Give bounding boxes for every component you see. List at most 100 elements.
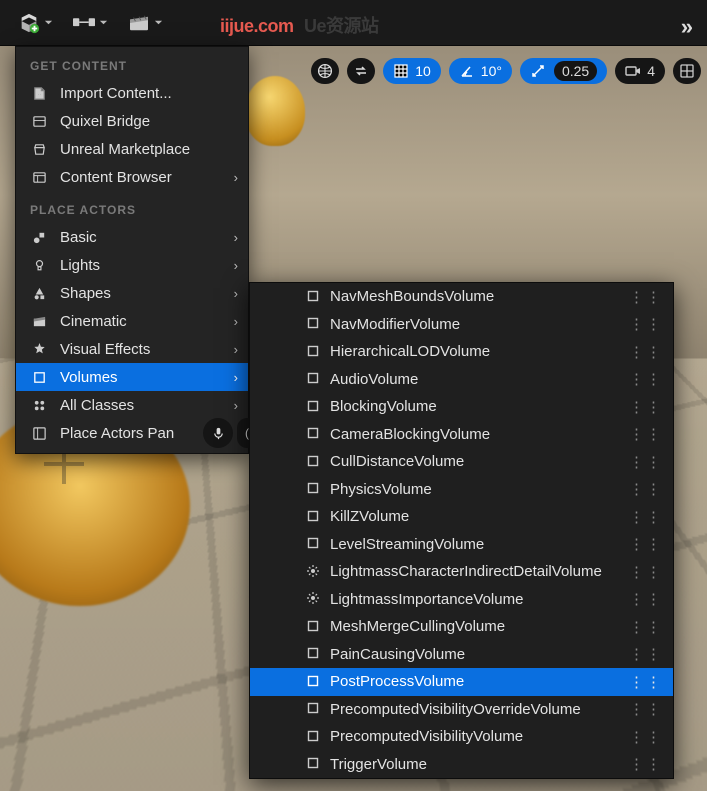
section-place-actors: PLACE ACTORS — [16, 191, 248, 223]
submenu-item-blocking-volume[interactable]: BlockingVolume⋮⋮ — [250, 393, 673, 421]
angle-icon — [459, 63, 475, 79]
drag-handle-icon[interactable]: ⋮⋮ — [629, 480, 663, 498]
toolbar-add-content[interactable] — [8, 8, 63, 38]
volume-icon — [306, 729, 322, 745]
menu-label: Visual Effects — [60, 341, 150, 358]
submenu-item-nav-modifier-volume[interactable]: NavModifierVolume ⋮⋮ — [250, 311, 673, 339]
cube-plus-icon — [18, 12, 40, 34]
submenu-label: LightmassImportanceVolume — [330, 591, 523, 608]
menu-item-unreal-marketplace[interactable]: Unreal Marketplace — [16, 135, 248, 163]
menu-label: All Classes — [60, 397, 134, 414]
drag-handle-icon[interactable]: ⋮⋮ — [629, 673, 663, 691]
menu-label: Cinematic — [60, 313, 127, 330]
drag-handle-icon[interactable]: ⋮⋮ — [629, 618, 663, 636]
drag-handle-icon[interactable]: ⋮⋮ — [629, 343, 663, 361]
submenu-item-camera-blocking-volume[interactable]: CameraBlockingVolume⋮⋮ — [250, 421, 673, 449]
import-icon — [30, 86, 48, 101]
marketplace-icon — [30, 142, 48, 157]
submenu-item-trigger-volume[interactable]: TriggerVolume ⋮⋮ — [250, 751, 673, 779]
drag-handle-icon[interactable]: ⋮⋮ — [629, 590, 663, 608]
drag-handle-icon[interactable]: ⋮⋮ — [629, 535, 663, 553]
submenu-label: TriggerVolume — [330, 756, 427, 773]
drag-handle-icon[interactable]: ⋮⋮ — [629, 700, 663, 718]
angle-snap-value: 10° — [481, 63, 502, 79]
toolbar-blueprint[interactable] — [63, 10, 118, 36]
pill-globe[interactable] — [311, 58, 339, 84]
drag-handle-icon[interactable]: ⋮⋮ — [629, 563, 663, 581]
volume-icon — [306, 756, 322, 772]
drag-handle-icon[interactable]: ⋮⋮ — [629, 288, 663, 306]
drag-handle-icon[interactable]: ⋮⋮ — [629, 645, 663, 663]
camera-speed-value: 4 — [647, 63, 655, 79]
menu-label: Place Actors Pan — [60, 425, 174, 442]
submenu-item-kill-z-volume[interactable]: KillZVolume ⋮⋮ — [250, 503, 673, 531]
submenu-item-pain-causing-volume[interactable]: PainCausingVolume⋮⋮ — [250, 641, 673, 669]
submenu-item-lightmass-character-indirect-detail-volume[interactable]: LightmassCharacterIndirectDetailVolume⋮⋮ — [250, 558, 673, 586]
volumes-submenu: NavMeshBoundsVolume ⋮⋮ NavModifierVolume ⋮⋮… — [249, 282, 674, 779]
scale-icon — [530, 63, 546, 79]
chevron-right-icon: › — [234, 230, 238, 245]
menu-item-quixel-bridge[interactable]: Quixel Bridge — [16, 107, 248, 135]
submenu-item-nav-mesh-bounds-volume[interactable]: NavMeshBoundsVolume ⋮⋮ — [250, 283, 673, 311]
menu-item-volumes[interactable]: Volumes › — [16, 363, 248, 391]
drag-handle-icon[interactable]: ⋮⋮ — [629, 755, 663, 773]
submenu-item-audio-volume[interactable]: AudioVolume⋮⋮ — [250, 366, 673, 394]
toolbar-overflow[interactable]: » — [681, 14, 693, 40]
submenu-label: NavModifierVolume — [330, 316, 460, 333]
submenu-item-lightmass-importance-volume[interactable]: LightmassImportanceVolume ⋮⋮ — [250, 586, 673, 614]
chevron-down-icon — [44, 18, 53, 27]
menu-item-visual-effects[interactable]: Visual Effects › — [16, 335, 248, 363]
submenu-item-physics-volume[interactable]: PhysicsVolume⋮⋮ — [250, 476, 673, 504]
submenu-label: LevelStreamingVolume — [330, 536, 484, 553]
volume-icon — [306, 509, 322, 525]
menu-label: Basic — [60, 229, 97, 246]
drag-handle-icon[interactable]: ⋮⋮ — [629, 453, 663, 471]
volume-icon — [306, 536, 322, 552]
pill-swap[interactable] — [347, 58, 375, 84]
submenu-item-post-process-volume[interactable]: PostProcessVolume⋮⋮ — [250, 668, 673, 696]
swap-icon — [353, 63, 369, 79]
watermark-right: Ue资源站 — [304, 16, 379, 36]
menu-item-cinematic[interactable]: Cinematic › — [16, 307, 248, 335]
drag-handle-icon[interactable]: ⋮⋮ — [629, 508, 663, 526]
menu-item-all-classes[interactable]: All Classes › — [16, 391, 248, 419]
menu-item-basic[interactable]: Basic › — [16, 223, 248, 251]
submenu-item-level-streaming-volume[interactable]: LevelStreamingVolume ⋮⋮ — [250, 531, 673, 559]
toolbar-cinematics[interactable] — [118, 10, 173, 36]
drag-handle-icon[interactable]: ⋮⋮ — [629, 370, 663, 388]
submenu-item-precomputed-visibility-override-volume[interactable]: PrecomputedVisibilityOverrideVolume⋮⋮ — [250, 696, 673, 724]
drag-handle-icon[interactable]: ⋮⋮ — [629, 425, 663, 443]
submenu-label: KillZVolume — [330, 508, 409, 525]
submenu-item-mesh-merge-culling-volume[interactable]: MeshMergeCullingVolume⋮⋮ — [250, 613, 673, 641]
clapperboard-icon — [128, 14, 150, 32]
chevron-down-icon — [99, 18, 108, 27]
grid-icon — [393, 63, 409, 79]
submenu-label: NavMeshBoundsVolume — [330, 288, 494, 305]
pill-grid-snap[interactable]: 10 — [383, 58, 441, 84]
cinematic-icon — [30, 314, 48, 329]
scale-snap-value: 0.25 — [554, 61, 597, 81]
menu-label: Import Content... — [60, 85, 172, 102]
pill-scale-snap[interactable]: 0.25 — [520, 58, 607, 84]
volume-icon — [306, 316, 322, 332]
menu-label: Lights — [60, 257, 100, 274]
pill-layout[interactable] — [673, 58, 701, 84]
menu-item-import-content[interactable]: Import Content... — [16, 79, 248, 107]
menu-item-shapes[interactable]: Shapes › — [16, 279, 248, 307]
submenu-item-hierarchical-l-o-d-volume[interactable]: HierarchicalLODVolume⋮⋮ — [250, 338, 673, 366]
pill-angle-snap[interactable]: 10° — [449, 58, 512, 84]
submenu-item-precomputed-visibility-volume[interactable]: PrecomputedVisibilityVolume⋮⋮ — [250, 723, 673, 751]
watermark: iijue.com Ue资源站 — [220, 12, 379, 38]
volume-icon — [306, 344, 322, 360]
drag-handle-icon[interactable]: ⋮⋮ — [629, 398, 663, 416]
submenu-label: CullDistanceVolume — [330, 453, 464, 470]
drag-handle-icon[interactable]: ⋮⋮ — [629, 728, 663, 746]
menu-item-lights[interactable]: Lights › — [16, 251, 248, 279]
drag-handle-icon[interactable]: ⋮⋮ — [629, 315, 663, 333]
pill-camera-speed[interactable]: 4 — [615, 58, 665, 84]
mic-button[interactable] — [203, 418, 233, 448]
submenu-item-cull-distance-volume[interactable]: CullDistanceVolume ⋮⋮ — [250, 448, 673, 476]
volume-icon — [306, 591, 322, 607]
menu-item-content-browser[interactable]: Content Browser › — [16, 163, 248, 191]
mic-icon — [212, 427, 225, 440]
